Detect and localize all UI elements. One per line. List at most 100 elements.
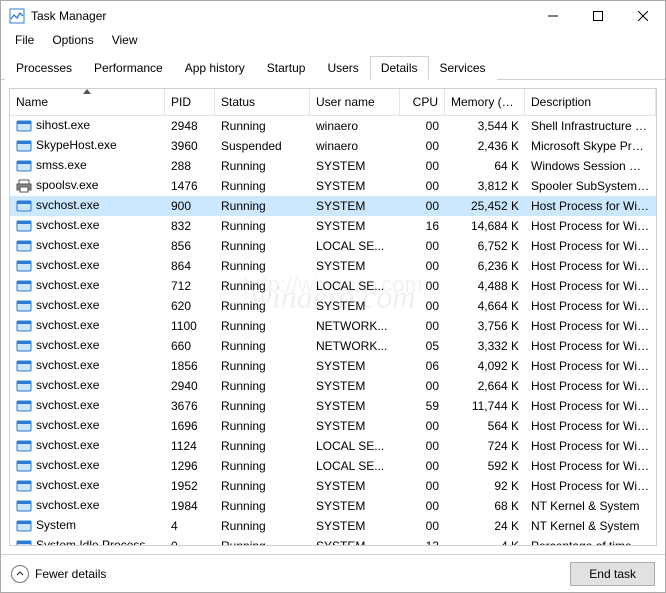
table-row[interactable]: svchost.exe1100RunningNETWORK...003,756 … (10, 316, 656, 336)
cell-user: LOCAL SE... (310, 239, 400, 253)
cell-pid: 864 (165, 259, 215, 273)
cell-status: Running (215, 279, 310, 293)
cell-cpu: 00 (400, 459, 445, 473)
cell-user: NETWORK... (310, 319, 400, 333)
cell-pid: 1476 (165, 179, 215, 193)
table-row[interactable]: svchost.exe1696RunningSYSTEM00564 KHost … (10, 416, 656, 436)
fewer-details-button[interactable]: Fewer details (11, 565, 106, 583)
header-memory[interactable]: Memory (p... (445, 89, 525, 115)
header-name[interactable]: Name (10, 89, 165, 115)
table-row[interactable]: svchost.exe864RunningSYSTEM006,236 KHost… (10, 256, 656, 276)
table-row[interactable]: svchost.exe856RunningLOCAL SE...006,752 … (10, 236, 656, 256)
table-row[interactable]: SkypeHost.exe3960Suspendedwinaero002,436… (10, 136, 656, 156)
cell-user: SYSTEM (310, 499, 400, 513)
table-row[interactable]: svchost.exe660RunningNETWORK...053,332 K… (10, 336, 656, 356)
table-row[interactable]: svchost.exe1984RunningSYSTEM0068 KNT Ker… (10, 496, 656, 516)
menu-file[interactable]: File (7, 31, 42, 51)
tab-services[interactable]: Services (429, 56, 497, 80)
cell-status: Running (215, 379, 310, 393)
tab-startup[interactable]: Startup (256, 56, 317, 80)
cell-pid: 3960 (165, 139, 215, 153)
table-row[interactable]: System4RunningSYSTEM0024 KNT Kernel & Sy… (10, 516, 656, 536)
tab-users[interactable]: Users (316, 56, 369, 80)
table-row[interactable]: sihost.exe2948Runningwinaero003,544 KShe… (10, 116, 656, 136)
end-task-button[interactable]: End task (570, 562, 655, 586)
cell-description: Host Process for Windo... (525, 259, 656, 273)
cell-user: SYSTEM (310, 379, 400, 393)
minimize-button[interactable] (530, 1, 575, 31)
cell-description: Host Process for Windo... (525, 379, 656, 393)
table-row[interactable]: svchost.exe2940RunningSYSTEM002,664 KHos… (10, 376, 656, 396)
cell-description: Shell Infrastructure Host (525, 119, 656, 133)
tab-performance[interactable]: Performance (83, 56, 174, 80)
cell-memory: 4 K (445, 539, 525, 545)
maximize-button[interactable] (575, 1, 620, 31)
table-row[interactable]: svchost.exe900RunningSYSTEM0025,452 KHos… (10, 196, 656, 216)
menu-view[interactable]: View (104, 31, 146, 51)
cell-description: NT Kernel & System (525, 519, 656, 533)
window-buttons (530, 1, 665, 31)
cell-name: svchost.exe (10, 438, 165, 454)
close-button[interactable] (620, 1, 665, 31)
cell-user: SYSTEM (310, 419, 400, 433)
cell-pid: 1984 (165, 499, 215, 513)
cell-memory: 3,756 K (445, 319, 525, 333)
tab-apphistory[interactable]: App history (174, 56, 256, 80)
cell-cpu: 05 (400, 339, 445, 353)
cell-status: Running (215, 199, 310, 213)
table-row[interactable]: svchost.exe620RunningSYSTEM004,664 KHost… (10, 296, 656, 316)
cell-description: Host Process for Windo... (525, 459, 656, 473)
cell-cpu: 00 (400, 139, 445, 153)
table-row[interactable]: System Idle Process0RunningSYSTEM134 KPe… (10, 536, 656, 545)
window-title: Task Manager (31, 9, 530, 23)
cell-memory: 3,332 K (445, 339, 525, 353)
table-row[interactable]: svchost.exe832RunningSYSTEM1614,684 KHos… (10, 216, 656, 236)
table-row[interactable]: svchost.exe1856RunningSYSTEM064,092 KHos… (10, 356, 656, 376)
cell-name: svchost.exe (10, 338, 165, 354)
table-row[interactable]: svchost.exe1952RunningSYSTEM0092 KHost P… (10, 476, 656, 496)
header-cpu[interactable]: CPU (400, 89, 445, 115)
process-icon (16, 298, 32, 314)
tab-processes[interactable]: Processes (5, 56, 83, 80)
cell-cpu: 00 (400, 439, 445, 453)
cell-memory: 92 K (445, 479, 525, 493)
table-row[interactable]: svchost.exe712RunningLOCAL SE...004,488 … (10, 276, 656, 296)
table-row[interactable]: svchost.exe3676RunningSYSTEM5911,744 KHo… (10, 396, 656, 416)
cell-memory: 2,664 K (445, 379, 525, 393)
cell-pid: 1856 (165, 359, 215, 373)
cell-description: Host Process for Windo... (525, 219, 656, 233)
cell-description: Host Process for Windo... (525, 339, 656, 353)
table-row[interactable]: svchost.exe1296RunningLOCAL SE...00592 K… (10, 456, 656, 476)
process-icon (16, 258, 32, 274)
cell-cpu: 00 (400, 319, 445, 333)
cell-pid: 856 (165, 239, 215, 253)
cell-pid: 712 (165, 279, 215, 293)
process-list[interactable]: sihost.exe2948Runningwinaero003,544 KShe… (10, 116, 656, 545)
cell-cpu: 00 (400, 179, 445, 193)
header-status[interactable]: Status (215, 89, 310, 115)
cell-name: spoolsv.exe (10, 178, 165, 194)
process-icon (16, 218, 32, 234)
cell-cpu: 00 (400, 279, 445, 293)
cell-status: Running (215, 419, 310, 433)
cell-name: svchost.exe (10, 378, 165, 394)
table-row[interactable]: spoolsv.exe1476RunningSYSTEM003,812 KSpo… (10, 176, 656, 196)
cell-pid: 1100 (165, 319, 215, 333)
cell-description: Percentage of time the ... (525, 539, 656, 545)
tab-details[interactable]: Details (370, 56, 429, 80)
column-headers: Name PID Status User name CPU Memory (p.… (10, 89, 656, 116)
cell-status: Running (215, 499, 310, 513)
menu-options[interactable]: Options (44, 31, 101, 51)
app-icon (9, 8, 25, 24)
process-icon (16, 338, 32, 354)
cell-cpu: 16 (400, 219, 445, 233)
header-user[interactable]: User name (310, 89, 400, 115)
header-description[interactable]: Description (525, 89, 656, 115)
header-pid[interactable]: PID (165, 89, 215, 115)
cell-status: Running (215, 239, 310, 253)
cell-name: System Idle Process (10, 538, 165, 545)
table-row[interactable]: smss.exe288RunningSYSTEM0064 KWindows Se… (10, 156, 656, 176)
table-row[interactable]: svchost.exe1124RunningLOCAL SE...00724 K… (10, 436, 656, 456)
cell-name: svchost.exe (10, 218, 165, 234)
cell-pid: 0 (165, 539, 215, 545)
